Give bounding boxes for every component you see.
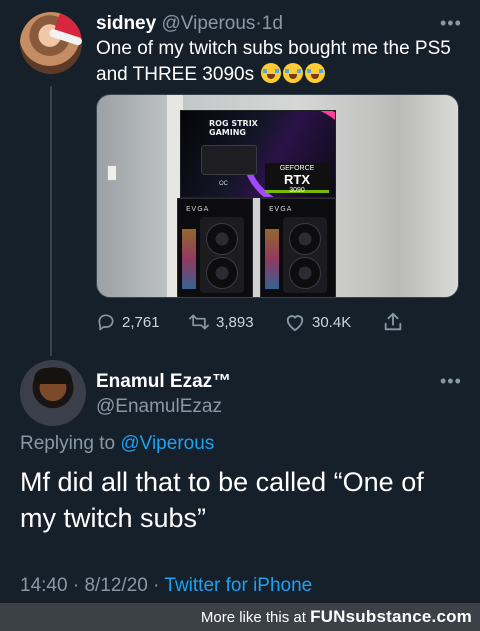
replying-prefix: Replying to — [20, 433, 121, 454]
gpu-card-render — [200, 217, 244, 293]
author-name[interactable]: sidney — [96, 13, 156, 34]
tweet-date[interactable]: 8/12/20 — [84, 575, 147, 596]
reply-button[interactable]: 2,761 — [96, 310, 160, 334]
fan-icon — [206, 223, 238, 255]
rog-brand: ROG STRIX — [209, 119, 258, 128]
reply-count: 2,761 — [122, 313, 160, 331]
fan-icon — [206, 257, 238, 289]
reply-author-name[interactable]: Enamul Ezaz™ — [96, 370, 231, 394]
more-options-icon[interactable]: ••• — [440, 372, 462, 390]
tweet-photo[interactable]: ROG STRIX GAMING OC GEFORCE RTX 3090 EVG… — [96, 94, 459, 298]
watermark-brand[interactable]: FUNsubstance.com — [310, 607, 472, 626]
avatar[interactable] — [20, 12, 82, 74]
replying-to-link[interactable]: @Viperous — [120, 433, 214, 454]
evga-gpu-box: EVGA — [260, 198, 336, 297]
rog-brand-text: ROG STRIX GAMING — [209, 119, 258, 137]
share-icon — [384, 312, 402, 331]
tweet-time[interactable]: 14:40 — [20, 575, 68, 596]
more-options-icon[interactable]: ••• — [440, 14, 462, 32]
client-link[interactable]: Twitter for iPhone — [164, 575, 312, 596]
like-count: 30.4K — [312, 313, 352, 331]
rtx-text: RTX — [284, 172, 310, 187]
light-switch — [107, 165, 117, 181]
evga-gpu-box: EVGA — [177, 198, 253, 297]
reply-text: Mf did all that to be called “One of my … — [20, 467, 424, 533]
fan-icon — [289, 257, 321, 289]
santa-hat-icon — [53, 12, 82, 42]
oc-badge: OC — [219, 181, 228, 187]
heart-icon — [286, 315, 304, 332]
retweet-count: 3,893 — [216, 313, 254, 331]
tweet-time[interactable]: 1d — [262, 13, 283, 34]
reply-author-handle[interactable]: @EnamulEzaz — [96, 395, 222, 419]
reply-icon — [98, 314, 114, 331]
ftw-stripe — [182, 229, 196, 289]
tweet-text: One of my twitch subs bought me the PS5 … — [96, 36, 466, 91]
loudly-crying-face-icon — [261, 63, 282, 83]
author-handle[interactable]: @Viperous — [161, 13, 255, 34]
rtx-label: GEFORCE RTX 3090 — [265, 163, 329, 194]
nvidia-label: GEFORCE — [279, 165, 315, 172]
loudly-crying-face-icon — [305, 63, 326, 83]
model-label: 3090 — [289, 187, 305, 194]
evga-label: EVGA — [186, 205, 210, 213]
tweet-header: sidney @Viperous·1d — [96, 12, 283, 36]
like-button[interactable]: 30.4K — [284, 310, 351, 334]
fan-icon — [289, 223, 321, 255]
gpu-card-render — [283, 217, 327, 293]
watermark-bar: More like this at FUNsubstance.com — [0, 603, 480, 631]
replying-to: Replying to @Viperous — [20, 432, 214, 456]
tweet-timestamp: 14:40 · 8/12/20 · Twitter for iPhone — [20, 574, 312, 598]
ftw-stripe — [265, 229, 279, 289]
rog-card-render — [201, 145, 257, 175]
thread-connector-line — [50, 86, 52, 356]
share-button[interactable] — [382, 310, 404, 334]
rog-sub: GAMING — [209, 128, 246, 137]
avatar[interactable] — [20, 360, 86, 426]
retweet-icon — [188, 314, 209, 330]
watermark-prefix: More like this at — [200, 609, 311, 626]
loudly-crying-face-icon — [283, 63, 304, 83]
timestamp-separator: · — [72, 575, 80, 596]
timestamp-separator: · — [153, 575, 160, 596]
wall-edge — [397, 95, 458, 297]
rog-strix-gpu-box: ROG STRIX GAMING OC GEFORCE RTX 3090 — [180, 110, 336, 198]
emoji-group — [259, 63, 326, 91]
evga-label: EVGA — [269, 205, 293, 213]
tweet-actions: 2,761 3,893 30.4K — [96, 310, 416, 334]
retweet-button[interactable]: 3,893 — [188, 310, 254, 334]
